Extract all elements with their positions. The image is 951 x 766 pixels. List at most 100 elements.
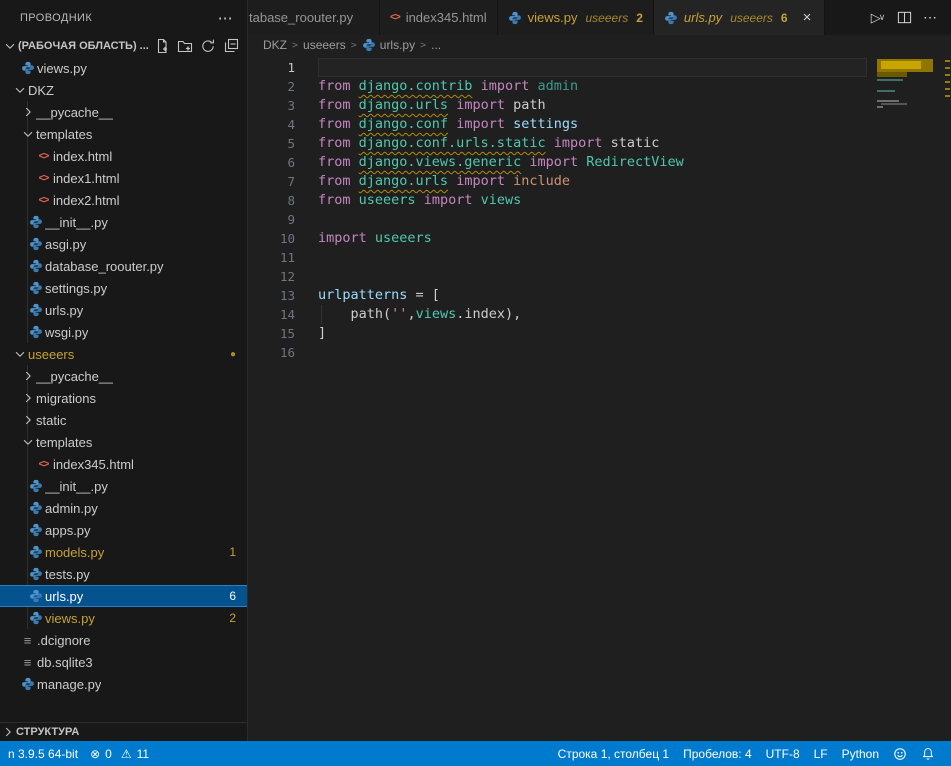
- html-file-icon: <>: [390, 12, 400, 23]
- explorer-more-actions-icon[interactable]: ⋯: [214, 9, 237, 27]
- outline-section-header[interactable]: СТРУКТУРА: [0, 722, 247, 741]
- cursor-position-status[interactable]: Строка 1, столбец 1: [552, 747, 675, 761]
- status-bar: n 3.9.5 64-bit ⊗ 0 ⚠ 11 Строка 1, столбе…: [0, 741, 951, 766]
- tree-item-asgi-py[interactable]: asgi.py: [0, 233, 247, 255]
- tree-item-views-py[interactable]: views.py: [0, 57, 247, 79]
- tree-item-static[interactable]: static: [0, 409, 247, 431]
- tab-urls-py[interactable]: urls.pyuseeers6×: [654, 0, 825, 35]
- tree-item-admin-py[interactable]: admin.py: [0, 497, 247, 519]
- line-number: 4: [248, 115, 295, 134]
- python-file-icon: [362, 38, 376, 52]
- tree-item-label: manage.py: [37, 677, 101, 692]
- file-tree: views.pyDKZ__pycache__templates<>index.h…: [0, 57, 247, 695]
- notifications-bell-icon[interactable]: [915, 747, 941, 761]
- more-actions-icon[interactable]: ⋯: [919, 7, 941, 29]
- tree-item-label: __pycache__: [36, 369, 113, 384]
- new-folder-icon[interactable]: [175, 36, 195, 56]
- outline-label: СТРУКТУРА: [16, 726, 79, 738]
- chevron-right-icon: [0, 725, 16, 739]
- workspace-section-header[interactable]: (РАБОЧАЯ ОБЛАСТЬ) ...: [0, 35, 247, 57]
- refresh-icon[interactable]: [198, 36, 218, 56]
- tab-views-py[interactable]: views.pyuseeers2: [498, 0, 654, 35]
- line-number: 1: [248, 58, 295, 77]
- indentation-status[interactable]: Пробелов: 4: [677, 747, 758, 761]
- run-python-file-button[interactable]: ▷∨: [867, 7, 889, 29]
- minimap[interactable]: [875, 57, 941, 177]
- tree-item-dkz[interactable]: DKZ: [0, 79, 247, 101]
- tree-item-label: db.sqlite3: [37, 655, 93, 670]
- tree-item-label: wsgi.py: [45, 325, 88, 340]
- html-file-icon: <>: [34, 459, 53, 470]
- tree-item--dcignore[interactable]: ≡.dcignore: [0, 629, 247, 651]
- tree-item--pycache-[interactable]: __pycache__: [0, 365, 247, 387]
- tree-item-label: __init__.py: [45, 215, 108, 230]
- code-editor[interactable]: 12from django.contrib import admin3from …: [248, 55, 951, 741]
- eol-status[interactable]: LF: [808, 747, 834, 761]
- python-file-icon: [18, 677, 37, 691]
- breadcrumb-item-dkz[interactable]: DKZ: [263, 38, 287, 52]
- breadcrumb-item-useeers[interactable]: useeers: [303, 38, 346, 52]
- breadcrumb: DKZ>useeers>urls.py>...: [248, 35, 951, 55]
- breadcrumb-item-urls-py[interactable]: urls.py: [362, 38, 415, 52]
- tree-item-index2-html[interactable]: <>index2.html: [0, 189, 247, 211]
- tree-item-apps-py[interactable]: apps.py: [0, 519, 247, 541]
- tab-index345-html[interactable]: <> index345.html: [380, 0, 498, 35]
- tree-item-templates[interactable]: templates: [0, 123, 247, 145]
- code-line-1: 1: [248, 58, 951, 77]
- code-line-5: 5from django.conf.urls.static import sta…: [248, 134, 951, 153]
- close-icon[interactable]: ×: [800, 9, 815, 26]
- tree-item-useeers[interactable]: useeers●: [0, 343, 247, 365]
- line-number: 6: [248, 153, 295, 172]
- new-file-icon[interactable]: [152, 36, 172, 56]
- chevron-down-icon: [20, 435, 36, 449]
- tree-item--init-py[interactable]: __init__.py: [0, 211, 247, 233]
- tree-item-tests-py[interactable]: tests.py: [0, 563, 247, 585]
- tab-problems-badge: 6: [781, 11, 788, 25]
- tree-item-db-sqlite3[interactable]: ≡db.sqlite3: [0, 651, 247, 673]
- feedback-icon[interactable]: [887, 747, 913, 761]
- line-number: 8: [248, 191, 295, 210]
- line-number: 9: [248, 210, 295, 229]
- html-file-icon: <>: [34, 195, 53, 206]
- explorer-sidebar: ПРОВОДНИК ⋯ (РАБОЧАЯ ОБЛАСТЬ) ... views.…: [0, 0, 248, 741]
- tree-item-urls-py[interactable]: urls.py: [0, 299, 247, 321]
- tree-item-label: __init__.py: [45, 479, 108, 494]
- tree-item-label: models.py: [45, 545, 104, 560]
- tree-item-index-html[interactable]: <>index.html: [0, 145, 247, 167]
- python-file-icon: [26, 611, 45, 625]
- tree-item-wsgi-py[interactable]: wsgi.py: [0, 321, 247, 343]
- overview-ruler[interactable]: [944, 55, 951, 741]
- code-line-7: 7from django.urls import include: [248, 172, 951, 191]
- tree-item-database-roouter-py[interactable]: database_roouter.py: [0, 255, 247, 277]
- tree-item-index345-html[interactable]: <>index345.html: [0, 453, 247, 475]
- tree-item-templates[interactable]: templates: [0, 431, 247, 453]
- tree-item--pycache-[interactable]: __pycache__: [0, 101, 247, 123]
- tree-item-views-py[interactable]: views.py2: [0, 607, 247, 629]
- tree-item-migrations[interactable]: migrations: [0, 387, 247, 409]
- tree-item-settings-py[interactable]: settings.py: [0, 277, 247, 299]
- encoding-status[interactable]: UTF-8: [760, 747, 806, 761]
- collapse-all-icon[interactable]: [221, 36, 241, 56]
- tree-item-index1-html[interactable]: <>index1.html: [0, 167, 247, 189]
- editor-group: tabase_roouter.py <> index345.html views.py…: [248, 0, 951, 741]
- chevron-down-icon: [20, 127, 36, 141]
- tab-tabase-roouter-py[interactable]: tabase_roouter.py: [248, 0, 380, 35]
- problems-status[interactable]: ⊗ 0 ⚠ 11: [84, 747, 155, 761]
- tree-item-models-py[interactable]: models.py1: [0, 541, 247, 563]
- split-editor-icon[interactable]: [893, 7, 915, 29]
- tree-item--init-py[interactable]: __init__.py: [0, 475, 247, 497]
- python-interpreter-status[interactable]: n 3.9.5 64-bit: [2, 747, 84, 761]
- error-icon: ⊗: [90, 747, 100, 761]
- breadcrumb-item--[interactable]: ...: [431, 38, 441, 52]
- code-line-12: 12: [248, 267, 951, 286]
- tree-item-urls-py[interactable]: urls.py6: [0, 585, 247, 607]
- warning-count: 11: [137, 747, 149, 761]
- workspace-label: (РАБОЧАЯ ОБЛАСТЬ) ...: [18, 40, 149, 52]
- file-icon: ≡: [18, 655, 37, 670]
- tree-item-manage-py[interactable]: manage.py: [0, 673, 247, 695]
- language-mode-status[interactable]: Python: [836, 747, 885, 761]
- chevron-down-icon: [12, 347, 28, 361]
- tab-label: index345.html: [406, 10, 487, 25]
- python-file-icon: [26, 545, 45, 559]
- python-file-icon: [26, 567, 45, 581]
